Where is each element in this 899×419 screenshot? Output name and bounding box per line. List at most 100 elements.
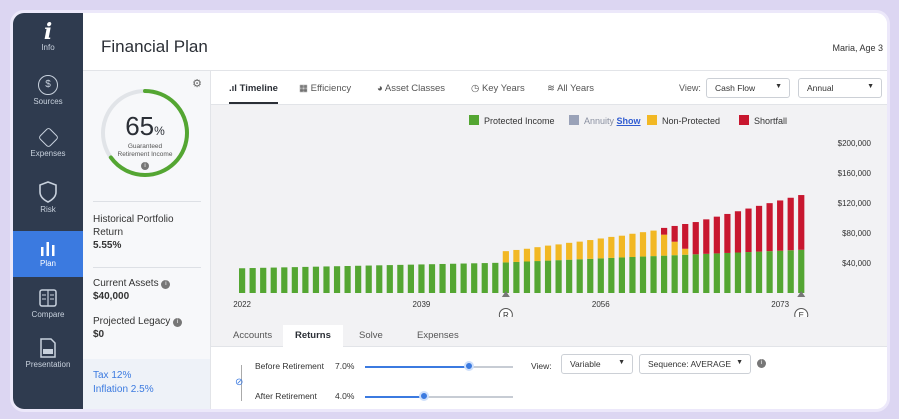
x-tick-label: 2039 bbox=[413, 300, 431, 309]
bar-protected-income bbox=[639, 256, 647, 293]
gear-icon[interactable]: ⚙ bbox=[192, 77, 202, 90]
bar-protected-income bbox=[650, 256, 657, 293]
y-tick-label: $40,000 bbox=[842, 259, 871, 268]
bar-protected-income bbox=[587, 258, 594, 293]
bar-protected-income bbox=[671, 255, 678, 293]
bar-shortfall bbox=[671, 225, 678, 242]
period-select[interactable]: Annual ▼ bbox=[798, 78, 882, 98]
sidebar-item-label: Compare bbox=[31, 310, 65, 319]
gauge-caption: Guaranteed Retirement Income bbox=[117, 143, 173, 158]
y-tick-label: $160,000 bbox=[838, 169, 872, 178]
bar-protected-income bbox=[745, 252, 752, 293]
link-icon[interactable]: ⊘ bbox=[235, 377, 243, 388]
inflation-rate-link[interactable]: Inflation 2.5% bbox=[93, 383, 200, 397]
bar-shortfall bbox=[798, 195, 805, 250]
returns-panel: ⊘ Before Retirement 7.0% After Retiremen… bbox=[211, 347, 887, 409]
bar-protected-income bbox=[682, 254, 689, 293]
returns-view-label: View: bbox=[531, 361, 552, 371]
assumptions-box[interactable]: Tax 12% Inflation 2.5% bbox=[83, 359, 210, 409]
sidebar-item-expenses[interactable]: Expenses bbox=[13, 126, 83, 171]
info-icon[interactable]: i bbox=[161, 280, 171, 289]
tab-asset-classes[interactable]: ◕ Asset Classes bbox=[377, 83, 445, 94]
tab-expenses[interactable]: Expenses bbox=[405, 325, 471, 347]
bar-non-protected bbox=[502, 251, 509, 263]
bar-protected-income bbox=[544, 260, 552, 293]
view-mode-select[interactable]: Cash Flow ▼ bbox=[706, 78, 790, 98]
bar-non-protected bbox=[629, 233, 636, 257]
bar-shortfall bbox=[692, 222, 699, 255]
sidebar-item-sources[interactable]: $ Sources bbox=[13, 75, 83, 119]
chevron-down-icon: ▼ bbox=[867, 83, 874, 90]
shield-icon bbox=[39, 181, 57, 203]
bars-icon: .ıl bbox=[229, 83, 240, 94]
bar-protected-income bbox=[692, 254, 699, 293]
sidebar-item-label: Risk bbox=[40, 205, 56, 214]
chevron-down-icon: ▼ bbox=[775, 83, 782, 90]
tab-all-years[interactable]: ≋ All Years bbox=[547, 83, 594, 94]
bar-shortfall bbox=[755, 205, 763, 252]
bar-protected-income bbox=[513, 261, 520, 293]
sidebar-item-info[interactable]: i Info bbox=[13, 21, 83, 65]
bar-protected-income bbox=[323, 266, 330, 293]
bar-protected-income bbox=[302, 266, 309, 293]
info-icon[interactable]: i bbox=[141, 162, 149, 170]
historical-return: Historical Portfolio Return 5.55% bbox=[93, 214, 174, 251]
sidebar-item-presentation[interactable]: Presentation bbox=[13, 338, 83, 382]
y-tick-label: $80,000 bbox=[842, 229, 871, 238]
bar-protected-income bbox=[724, 252, 731, 293]
bar-non-protected bbox=[587, 240, 594, 259]
bar-protected-income bbox=[407, 264, 414, 293]
sidebar: i Info $ Sources Expenses Risk Plan Comp… bbox=[13, 13, 83, 409]
summary-panel: ⚙ 65% Guaranteed Retirement Income i Hist… bbox=[83, 71, 211, 409]
x-tick-label: 2022 bbox=[233, 300, 251, 309]
sidebar-item-label: Presentation bbox=[25, 360, 71, 369]
info-icon[interactable]: i bbox=[173, 318, 183, 327]
y-tick-label: $120,000 bbox=[838, 199, 872, 208]
tax-rate-link[interactable]: Tax 12% bbox=[93, 369, 200, 383]
bar-protected-income bbox=[566, 259, 573, 293]
retirement-income-gauge: 65% Guaranteed Retirement Income i bbox=[97, 85, 193, 181]
bar-shortfall bbox=[734, 211, 742, 253]
tab-timeline[interactable]: .ıl Timeline bbox=[229, 83, 278, 104]
bar-protected-income bbox=[270, 267, 277, 293]
main-content: .ıl Timeline ▦ Efficiency ◕ Asset Classe… bbox=[211, 71, 887, 409]
tab-key-years[interactable]: ◷ Key Years bbox=[471, 83, 525, 94]
bar-protected-income bbox=[618, 257, 625, 293]
bar-protected-income bbox=[450, 263, 457, 293]
chevron-down-icon: ▼ bbox=[618, 359, 625, 366]
bar-protected-income bbox=[734, 252, 742, 293]
bar-shortfall bbox=[777, 200, 784, 251]
sidebar-item-plan[interactable]: Plan bbox=[13, 231, 83, 277]
sidebar-item-risk[interactable]: Risk bbox=[13, 181, 83, 225]
bar-shortfall bbox=[713, 216, 720, 254]
bar-protected-income bbox=[239, 268, 246, 293]
bar-protected-income bbox=[766, 251, 773, 293]
tab-returns[interactable]: Returns bbox=[283, 325, 343, 347]
slider-knob[interactable] bbox=[419, 391, 430, 401]
bar-non-protected bbox=[555, 244, 562, 261]
tab-solve[interactable]: Solve bbox=[347, 325, 395, 347]
bar-protected-income bbox=[460, 263, 467, 293]
header: Financial Plan Maria, Age 3 bbox=[83, 13, 887, 71]
user-name[interactable]: Maria, Age 3 bbox=[832, 43, 883, 53]
info-icon[interactable]: i bbox=[757, 359, 766, 368]
bar-protected-income bbox=[386, 265, 393, 293]
tab-efficiency[interactable]: ▦ Efficiency bbox=[299, 83, 351, 94]
sequence-select[interactable]: Sequence: AVERAGE ▼ bbox=[639, 354, 751, 374]
bar-protected-income bbox=[376, 265, 383, 293]
bar-protected-income bbox=[576, 259, 583, 293]
sidebar-item-compare[interactable]: Compare bbox=[13, 288, 83, 332]
slider-knob[interactable] bbox=[463, 361, 474, 371]
app-window: i Info $ Sources Expenses Risk Plan Comp… bbox=[10, 10, 890, 412]
bar-non-protected bbox=[618, 235, 625, 258]
returns-view-select[interactable]: Variable ▼ bbox=[561, 354, 633, 374]
current-assets: Current Assets i $40,000 bbox=[93, 277, 171, 303]
sidebar-item-label: Info bbox=[41, 43, 55, 52]
bar-protected-income bbox=[661, 255, 668, 293]
tab-accounts[interactable]: Accounts bbox=[221, 325, 284, 347]
bar-protected-income bbox=[291, 267, 298, 293]
dollar-icon: $ bbox=[38, 75, 58, 95]
bar-non-protected bbox=[566, 242, 573, 260]
slider-fill bbox=[365, 396, 425, 398]
chevron-down-icon: ▼ bbox=[736, 359, 743, 366]
